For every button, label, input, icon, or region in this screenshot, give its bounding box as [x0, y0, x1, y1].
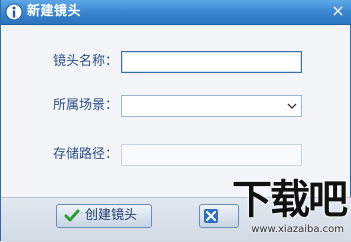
storage-path-input[interactable] — [121, 144, 302, 166]
create-shot-button[interactable]: 创建镜头 — [56, 204, 152, 228]
info-icon — [5, 3, 23, 21]
close-button[interactable]: × — [328, 1, 348, 21]
title-bar[interactable]: 新建镜头 × — [1, 0, 351, 25]
chevron-down-icon — [287, 103, 297, 109]
scene-label: 所属场景： — [53, 98, 119, 113]
create-shot-label: 创建镜头 — [85, 208, 138, 223]
dialog-title: 新建镜头 — [27, 4, 82, 19]
watermark: 下载吧 www.xiazaiba.com — [230, 176, 348, 238]
checkmark-icon — [64, 209, 80, 222]
shot-name-label: 镜头名称： — [53, 54, 119, 69]
dialog-window: 新建镜头 × 镜头名称： 所属场景： 存储路径： 创建镜头 下载吧 www.xi… — [0, 0, 351, 242]
watermark-url: www.xiazaiba.com — [251, 224, 344, 235]
cancel-x-icon — [204, 209, 218, 223]
shot-name-input[interactable] — [121, 51, 302, 73]
scene-select[interactable] — [121, 95, 302, 117]
storage-path-label: 存储路径： — [53, 147, 119, 162]
watermark-logo: 下载吧 — [232, 177, 348, 223]
